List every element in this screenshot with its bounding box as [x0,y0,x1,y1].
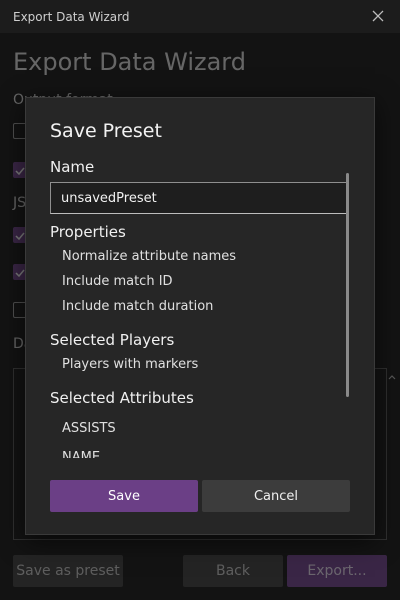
selected-players-label: Selected Players [50,331,175,349]
chevron-up-icon[interactable] [386,371,398,383]
attribute-item: NAME [62,450,101,458]
preset-name-input[interactable] [50,182,348,214]
title-bar: Export Data Wizard [0,0,400,33]
selected-attributes-label: Selected Attributes [50,389,194,407]
page-title: Export Data Wizard [13,48,246,76]
cancel-button[interactable]: Cancel [202,480,350,512]
name-label: Name [50,158,95,176]
window-title: Export Data Wizard [13,9,130,24]
save-button[interactable]: Save [50,480,198,512]
save-as-preset-button[interactable]: Save as preset [13,555,123,587]
dialog-scrollbar[interactable] [346,173,349,397]
export-button[interactable]: Export... [287,555,387,587]
player-item: Players with markers [62,357,199,372]
data-list-scrollbar[interactable] [386,368,398,540]
property-item: Include match duration [62,299,214,314]
back-button[interactable]: Back [183,555,283,587]
save-preset-dialog: Save Preset Name Properties Normalize at… [25,97,375,535]
dialog-scroll-area[interactable]: Name Properties Normalize attribute name… [26,98,376,458]
properties-label: Properties [50,223,126,241]
property-item: Normalize attribute names [62,249,237,264]
property-item: Include match ID [62,274,173,289]
attribute-item: ASSISTS [62,421,116,436]
close-icon[interactable] [370,8,386,24]
